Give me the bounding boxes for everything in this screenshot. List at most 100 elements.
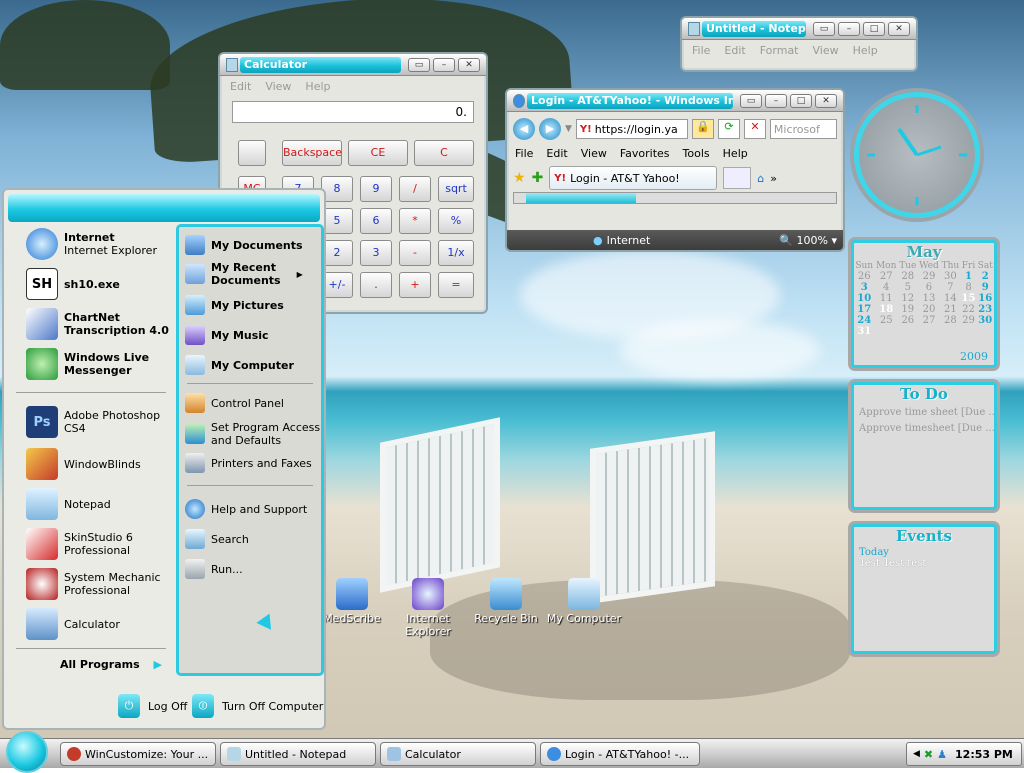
tray-expand-icon[interactable]: ◀ [913,749,920,759]
minimize-button[interactable]: – [765,93,787,108]
calendar-day[interactable]: 27 [918,315,941,326]
key-plus[interactable]: + [399,272,431,298]
calendar-day[interactable]: 19 [898,304,918,315]
minimize-button[interactable]: – [838,21,860,36]
calendar-day[interactable]: 31 [854,326,874,337]
ce-button[interactable]: CE [348,140,408,166]
start-item-my-pictures[interactable]: My Pictures [185,295,284,315]
minimize-button[interactable]: – [433,57,455,72]
calendar-day[interactable] [977,326,994,337]
start-item-system-mechanic[interactable]: System Mechanic Professional [26,568,161,600]
calendar-day[interactable]: 8 [961,282,977,293]
start-item-run[interactable]: Run... [185,559,243,579]
calendar-day[interactable]: 2 [977,271,994,282]
menu-view[interactable]: View [265,80,291,93]
calendar-day[interactable]: 18 [874,304,898,315]
favorites-star-icon[interactable]: ★ [513,170,526,186]
start-item-windows-live-messenger[interactable]: Windows Live Messenger [26,348,149,380]
todo-item[interactable]: Approve time sheet [Due ... [859,405,994,421]
zoom-control[interactable]: 🔍 100% ▾ [779,234,837,247]
calendar-day[interactable]: 5 [898,282,918,293]
menu-help[interactable]: Help [723,147,748,160]
ie-window[interactable]: Login - AT&TYahoo! - Windows Inter... ▭ … [505,88,845,252]
calendar-day[interactable]: 14 [940,293,960,304]
menu-format[interactable]: Format [760,44,799,57]
key-3[interactable]: 3 [360,240,392,266]
chevron-right-icon[interactable]: » [770,172,777,185]
calendar-day[interactable] [874,326,898,337]
lock-icon[interactable]: 🔒 [691,119,714,139]
calendar-day[interactable]: 24 [854,315,874,326]
notepad-titlebar[interactable]: Untitled - Notepad ▭ – □ ✕ [682,18,916,40]
tab-login[interactable]: Y! Login - AT&T Yahoo! [549,166,718,190]
start-item-control-panel[interactable]: Control Panel [185,393,284,413]
calendar-day[interactable]: 30 [977,315,994,326]
key-reciprocal[interactable]: 1/x [438,240,474,266]
calendar-day[interactable]: 3 [854,282,874,293]
desktop-icon-recycle-bin[interactable]: Recycle Bin [466,578,546,625]
tray-clock[interactable]: 12:53 PM [955,748,1013,761]
menu-file[interactable]: File [515,147,533,160]
calendar-day[interactable]: 20 [918,304,941,315]
key-sqrt[interactable]: sqrt [438,176,474,202]
user-icon[interactable]: ♟ [937,748,947,761]
key-6[interactable]: 6 [360,208,392,234]
start-item-my-computer[interactable]: My Computer [185,355,294,375]
add-favorite-icon[interactable]: ✚ [532,170,544,186]
search-input[interactable]: Microsof [769,119,837,139]
start-item-my-music[interactable]: My Music [185,325,269,345]
calendar-day[interactable]: 28 [940,315,960,326]
minimize-button[interactable]: ▭ [813,21,835,36]
horizontal-scrollbar[interactable] [513,192,837,204]
key-percent[interactable]: % [438,208,474,234]
log-off-button[interactable]: ⏻ Log Off [118,694,187,718]
forward-icon[interactable]: ▶ [539,118,561,140]
start-item-my-documents[interactable]: My Documents [185,235,303,255]
menu-favorites[interactable]: Favorites [620,147,670,160]
calendar-day[interactable]: 28 [898,271,918,282]
backspace-button[interactable]: Backspace [282,140,342,166]
calendar-day[interactable]: 29 [918,271,941,282]
calendar-day[interactable] [940,326,960,337]
maximize-button[interactable]: □ [790,93,812,108]
calendar-day[interactable]: 25 [874,315,898,326]
menu-file[interactable]: File [692,44,710,57]
menu-view[interactable]: View [813,44,839,57]
calendar-day[interactable]: 12 [898,293,918,304]
calculator-titlebar[interactable]: Calculator ▭ – ✕ [220,54,486,76]
address-bar[interactable]: Y! https://login.ya [575,119,688,139]
menu-edit[interactable]: Edit [230,80,251,93]
start-item-sh10[interactable]: SH sh10.exe [26,268,120,300]
calendar-day[interactable]: 13 [918,293,941,304]
calendar-day[interactable]: 26 [854,271,874,282]
calendar-day[interactable]: 22 [961,304,977,315]
start-button[interactable] [6,731,48,773]
chevron-down-icon[interactable]: ▼ [565,124,572,134]
menu-view[interactable]: View [581,147,607,160]
start-item-photoshop[interactable]: Ps Adobe Photoshop CS4 [26,406,160,438]
menu-help[interactable]: Help [853,44,878,57]
start-item-notepad[interactable]: Notepad [26,488,111,520]
key-equals[interactable]: = [438,272,474,298]
calendar-day[interactable]: 23 [977,304,994,315]
menu-help[interactable]: Help [305,80,330,93]
start-item-chartnet[interactable]: ChartNet Transcription 4.0 [26,308,169,340]
calendar-day[interactable]: 9 [977,282,994,293]
close-button[interactable]: ✕ [458,57,480,72]
back-icon[interactable]: ◀ [513,118,535,140]
calendar-day[interactable] [918,326,941,337]
all-programs-button[interactable]: All Programs ▶ [60,658,162,671]
start-item-calculator[interactable]: Calculator [26,608,120,640]
desktop-icon-internet-explorer[interactable]: Internet Explorer [388,578,468,638]
close-button[interactable]: ✕ [815,93,837,108]
clear-button[interactable]: C [414,140,474,166]
maximize-button[interactable]: □ [863,21,885,36]
taskbar-button-calculator[interactable]: Calculator [380,742,536,766]
calendar-day[interactable]: 11 [874,293,898,304]
calendar-day[interactable]: 6 [918,282,941,293]
key-decimal[interactable]: . [360,272,392,298]
key-9[interactable]: 9 [360,176,392,202]
calendar-day[interactable]: 29 [961,315,977,326]
calendar-day[interactable]: 30 [940,271,960,282]
taskbar-button-wincustomize[interactable]: WinCustomize: Your ... [60,742,216,766]
